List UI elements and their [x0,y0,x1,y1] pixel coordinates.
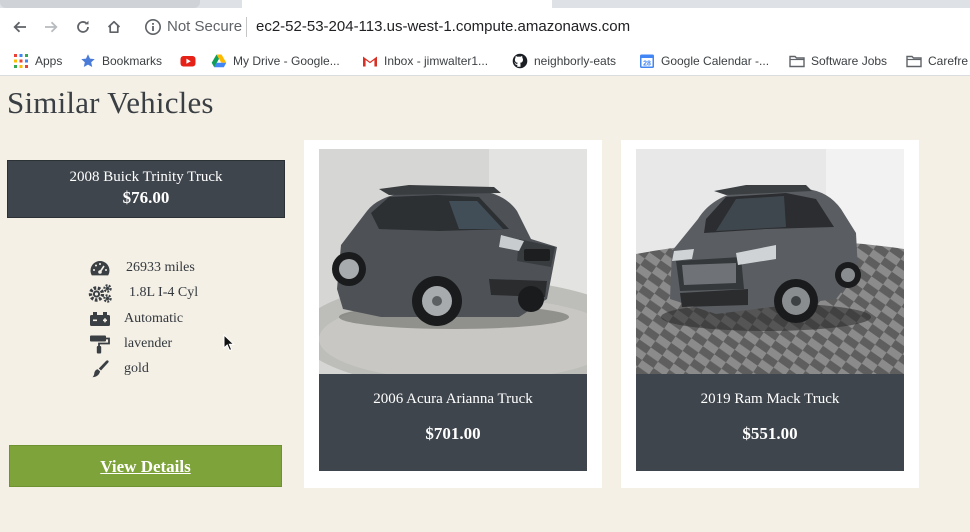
transmission-icon [88,309,114,329]
bookmark-label: Google Calendar -... [661,54,770,68]
featured-vehicle-name: 2008 Buick Trinity Truck [69,169,223,185]
speedometer-icon [88,258,114,278]
vehicle-card[interactable]: 2006 Acura Arianna Truck $701.00 [304,140,602,488]
google-calendar-icon: 28 [639,53,655,69]
vehicle-card-info: 2019 Ram Mack Truck $551.00 [636,374,904,471]
spec-transmission-text: Automatic [124,310,184,326]
mouse-cursor-icon [223,333,237,352]
paint-roller-icon [88,334,114,354]
security-status-label[interactable]: Not Secure [167,18,242,36]
bookmark-youtube[interactable] [180,53,202,69]
vehicle-card-name: 2006 Acura Arianna Truck [373,391,533,407]
star-icon [80,53,96,69]
view-details-button[interactable]: View Details [9,445,282,487]
bookmark-label: My Drive - Google... [233,54,340,68]
spec-mileage-text: 26933 miles [126,260,195,275]
bookmark-google-calendar[interactable]: 28 Google Calendar -... [639,53,769,69]
back-arrow-icon[interactable] [9,16,31,38]
address-bar-url[interactable]: ec2-52-53-204-113.us-west-1.compute.amaz… [256,18,630,36]
spec-engine-text: 1.8L I-4 Cyl [129,285,199,301]
spec-transmission: Automatic [88,307,288,332]
paint-brush-icon [88,359,114,379]
youtube-icon [180,53,196,69]
bookmark-my-drive[interactable]: My Drive - Google... [211,53,340,69]
bookmark-label: Apps [35,54,63,68]
featured-vehicle-specs: 26933 miles 1.8L I-4 Cyl Automatic laven… [88,256,288,382]
tab-active[interactable] [242,0,552,8]
spec-interior-color: gold [88,357,288,382]
vehicle-card-info: 2006 Acura Arianna Truck $701.00 [319,374,587,471]
home-icon[interactable] [103,16,125,38]
bookmark-label: neighborly-eats [534,54,617,68]
bookmark-label: Software Jobs [811,54,888,68]
bookmark-software-jobs[interactable]: Software Jobs [789,53,887,69]
gmail-icon [362,53,378,69]
bookmark-carefree[interactable]: Carefre [906,53,968,69]
apps-grid-icon [13,53,29,69]
reload-icon[interactable] [72,16,94,38]
tab-inactive[interactable] [0,0,200,8]
vehicle-card-price: $701.00 [425,424,481,443]
bookmark-bookmarks[interactable]: Bookmarks [80,53,162,69]
vehicle-photo-gray-compact-suv[interactable] [636,149,904,374]
folder-icon [789,53,805,69]
svg-text:28: 28 [643,60,651,67]
info-icon[interactable] [144,18,162,36]
vehicle-card-price: $551.00 [742,424,798,443]
url-separator [246,17,247,37]
spec-interior-color-text: gold [124,361,149,377]
github-icon [512,53,528,69]
vehicle-card[interactable]: 2019 Ram Mack Truck $551.00 [621,140,919,488]
page-title: Similar Vehicles [7,85,214,120]
bookmark-neighborly-eats[interactable]: neighborly-eats [512,53,616,69]
bookmarks-bar: Apps Bookmarks My Drive - Google... Inbo… [0,46,970,76]
vehicle-photo-gray-suv[interactable] [319,149,587,374]
bookmark-label: Inbox - jimwalter1... [384,54,489,68]
featured-vehicle-header: 2008 Buick Trinity Truck $76.00 [7,160,285,218]
bookmark-label: Carefre [928,54,969,68]
spec-exterior-color-text: lavender [124,335,173,351]
spec-mileage: 26933 miles [88,256,288,281]
gears-icon [88,283,114,303]
vehicle-card-name: 2019 Ram Mack Truck [700,391,840,407]
google-drive-icon [211,53,227,69]
forward-arrow-icon[interactable] [40,16,62,38]
spec-exterior-color: lavender [88,332,288,357]
bookmark-label: Bookmarks [102,54,163,68]
bookmark-inbox[interactable]: Inbox - jimwalter1... [362,53,488,69]
tab-strip [0,0,970,8]
bookmark-apps[interactable]: Apps [13,53,62,69]
spec-engine: 1.8L I-4 Cyl [88,281,288,306]
folder-icon [906,53,922,69]
featured-vehicle-price: $76.00 [122,188,170,207]
browser-toolbar: Not Secure ec2-52-53-204-113.us-west-1.c… [0,8,970,46]
